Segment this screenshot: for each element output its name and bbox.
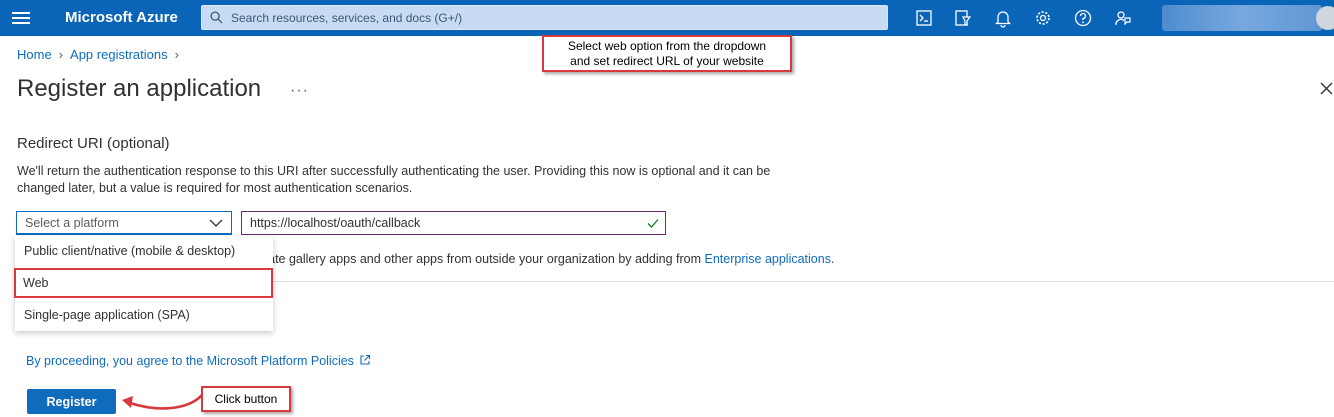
redirect-uri-input[interactable]: https://localhost/oauth/callback — [241, 211, 666, 235]
gear-icon[interactable] — [1033, 8, 1053, 28]
close-icon[interactable] — [1318, 80, 1334, 96]
dropdown-option-spa[interactable]: Single-page application (SPA) — [15, 300, 273, 330]
breadcrumb-app-registrations[interactable]: App registrations — [70, 47, 168, 62]
cloud-shell-icon[interactable] — [914, 8, 934, 28]
search-icon — [210, 11, 223, 24]
more-options-icon[interactable]: ··· — [290, 82, 309, 100]
annotation-callout-button: Click button — [201, 386, 291, 412]
dropdown-option-public-client[interactable]: Public client/native (mobile & desktop) — [15, 236, 273, 266]
policy-link-text: By proceeding, you agree to the Microsof… — [26, 354, 354, 368]
checkmark-icon — [647, 219, 659, 228]
search-placeholder: Search resources, services, and docs (G+… — [231, 11, 463, 25]
help-icon[interactable] — [1073, 8, 1093, 28]
description-line-1: We'll return the authentication response… — [17, 164, 771, 178]
breadcrumb: Home › App registrations › — [17, 47, 186, 62]
dropdown-option-web[interactable]: Web — [14, 268, 273, 298]
external-link-icon — [360, 354, 370, 365]
arrow-annotation-icon — [122, 394, 203, 410]
page-title: Register an application — [17, 75, 262, 102]
annotation-line-1: Select web option from the dropdown — [567, 39, 767, 53]
brand-title[interactable]: Microsoft Azure — [65, 9, 178, 26]
bell-icon[interactable] — [993, 8, 1013, 28]
description-line-2: changed later, but a value is required f… — [17, 181, 413, 195]
hamburger-menu-icon[interactable] — [12, 9, 30, 27]
chevron-right-icon: › — [174, 47, 179, 62]
gallery-text-body: grate gallery apps and other apps from o… — [257, 252, 705, 266]
enterprise-applications-link[interactable]: Enterprise applications — [705, 252, 831, 266]
chevron-down-icon — [209, 219, 223, 227]
platform-dropdown-menu: Public client/native (mobile & desktop) … — [14, 236, 273, 331]
avatar[interactable] — [1316, 6, 1334, 30]
directory-filter-icon[interactable] — [953, 8, 973, 28]
breadcrumb-home[interactable]: Home — [17, 47, 52, 62]
register-button[interactable]: Register — [27, 389, 116, 414]
annotation-callout-top: Select web option from the dropdown and … — [542, 35, 792, 72]
top-bar: Microsoft Azure Search resources, servic… — [0, 0, 1334, 36]
platform-select-value: Select a platform — [25, 216, 119, 230]
chevron-right-icon: › — [58, 47, 64, 62]
redirect-uri-description: We'll return the authentication response… — [17, 163, 817, 197]
feedback-icon[interactable] — [1113, 8, 1133, 28]
platform-policies-link[interactable]: By proceeding, you agree to the Microsof… — [26, 354, 371, 368]
gallery-text-suffix: . — [830, 252, 835, 266]
redirect-uri-heading: Redirect URI (optional) — [17, 135, 170, 152]
account-info[interactable] — [1162, 5, 1322, 31]
annotation-line-2: and set redirect URL of your website — [570, 54, 764, 68]
redirect-uri-value: https://localhost/oauth/callback — [250, 216, 421, 230]
platform-select[interactable]: Select a platform — [16, 211, 232, 235]
search-input[interactable]: Search resources, services, and docs (G+… — [201, 5, 888, 30]
gallery-apps-text: grate gallery apps and other apps from o… — [257, 252, 834, 266]
